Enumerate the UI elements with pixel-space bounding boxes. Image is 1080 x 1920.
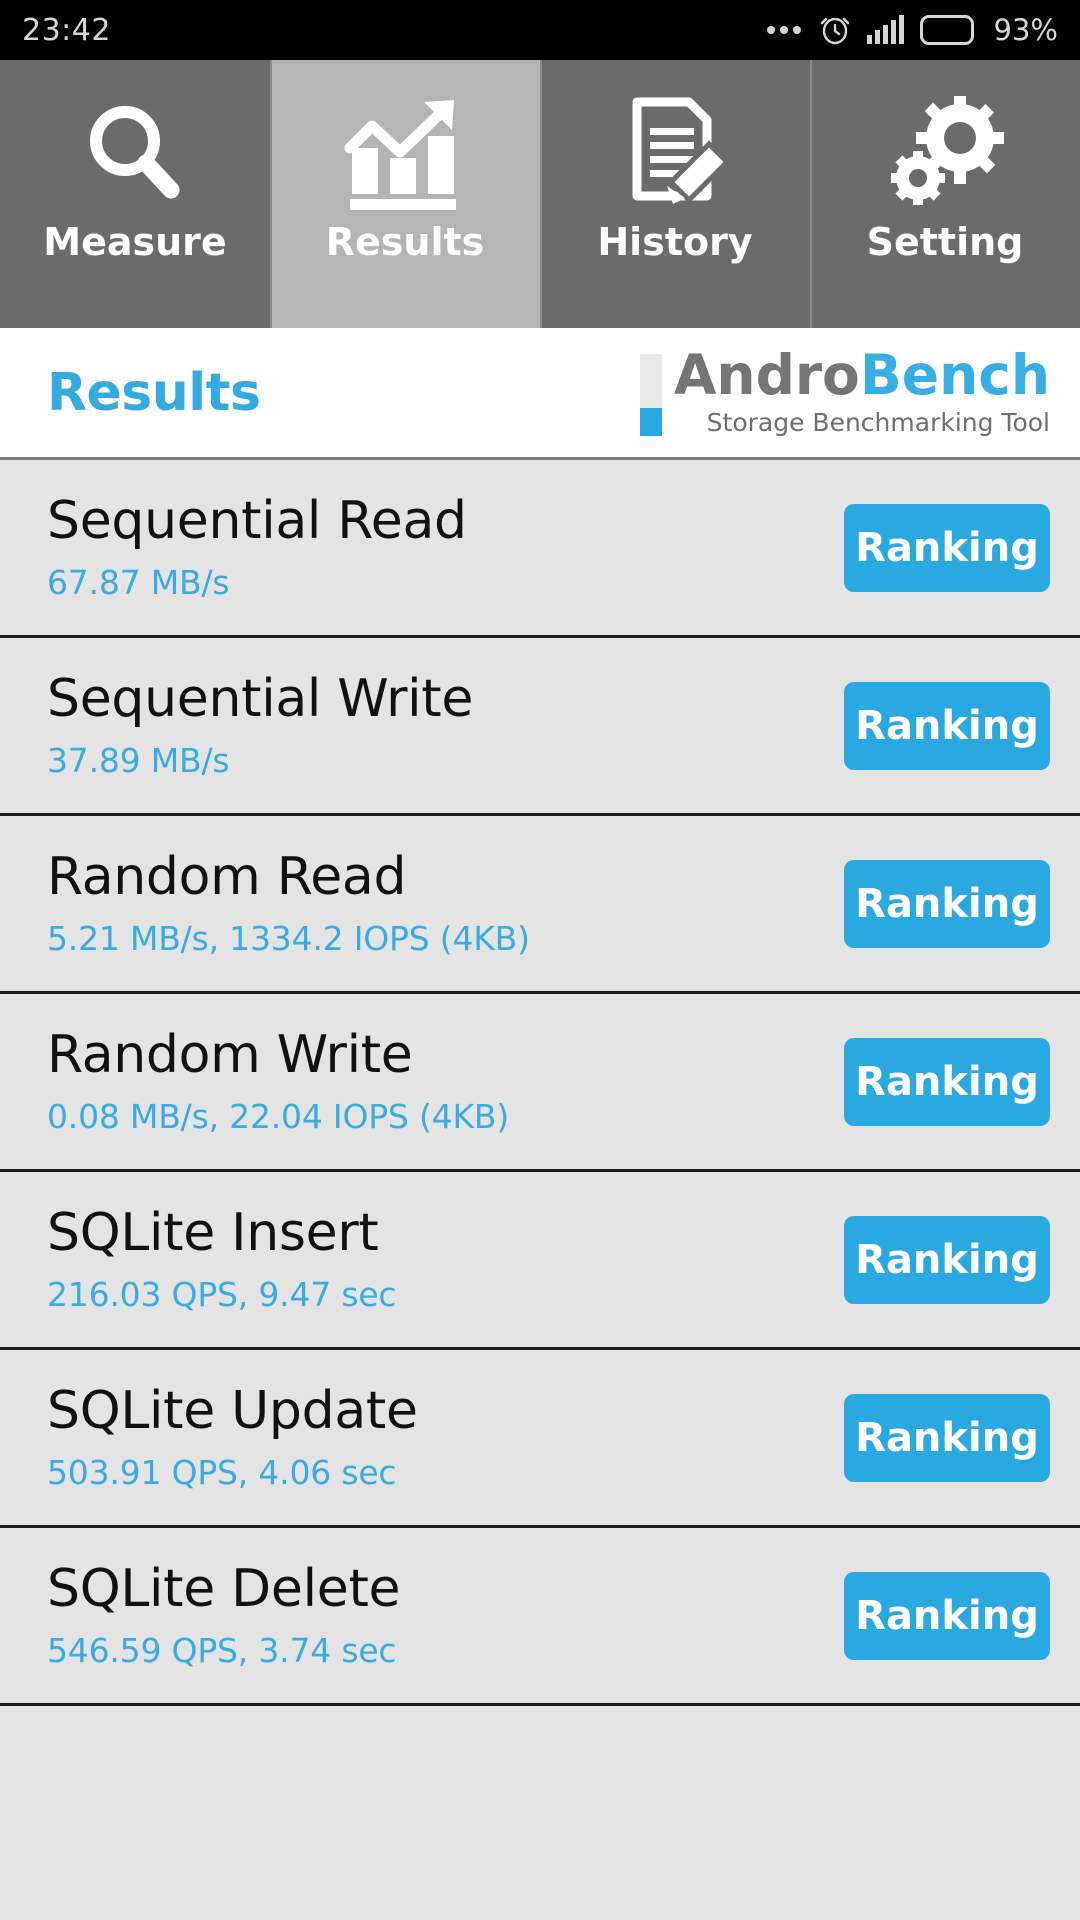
- tab-results[interactable]: Results: [270, 60, 540, 328]
- result-name: SQLite Update: [47, 1381, 418, 1442]
- ranking-button[interactable]: Ranking: [844, 1393, 1050, 1482]
- magnifier-icon: [75, 96, 195, 214]
- tab-bar: Measure Results History Setting: [0, 60, 1080, 328]
- result-info: Random Write 0.08 MB/s, 22.04 IOPS (4KB): [47, 1025, 844, 1136]
- table-row: Sequential Read 67.87 MB/s Ranking: [0, 460, 1080, 638]
- gears-icon: [882, 96, 1008, 214]
- tab-setting[interactable]: Setting: [810, 60, 1080, 328]
- logo-andro: Andro: [673, 343, 860, 407]
- logo-tagline: Storage Benchmarking Tool: [706, 408, 1050, 437]
- result-value: 37.89 MB/s: [47, 740, 230, 780]
- result-name: Random Write: [47, 1025, 413, 1086]
- result-info: Sequential Write 37.89 MB/s: [47, 669, 844, 780]
- ranking-button[interactable]: Ranking: [844, 681, 1050, 770]
- document-pencil-icon: [615, 96, 735, 214]
- table-row: SQLite Insert 216.03 QPS, 9.47 sec Ranki…: [0, 1172, 1080, 1350]
- tab-label-measure: Measure: [43, 220, 227, 264]
- result-info: SQLite Delete 546.59 QPS, 3.74 sec: [47, 1559, 844, 1670]
- logo-bench: Bench: [859, 343, 1050, 407]
- result-info: SQLite Update 503.91 QPS, 4.06 sec: [47, 1381, 844, 1492]
- table-row: SQLite Delete 546.59 QPS, 3.74 sec Ranki…: [0, 1528, 1080, 1706]
- status-icons: 93%: [766, 13, 1058, 47]
- ranking-button[interactable]: Ranking: [844, 503, 1050, 592]
- tab-label-results: Results: [325, 220, 485, 264]
- alarm-clock-icon: [819, 14, 851, 46]
- tab-label-history: History: [597, 220, 753, 264]
- bar-chart-arrow-icon: [342, 96, 468, 214]
- result-value: 67.87 MB/s: [47, 562, 230, 602]
- table-row: Random Read 5.21 MB/s, 1334.2 IOPS (4KB)…: [0, 816, 1080, 994]
- page-body: Sequential Read 67.87 MB/s Ranking Seque…: [0, 460, 1080, 1920]
- result-info: Random Read 5.21 MB/s, 1334.2 IOPS (4KB): [47, 847, 844, 958]
- ranking-button[interactable]: Ranking: [844, 1571, 1050, 1660]
- result-name: SQLite Insert: [47, 1203, 379, 1264]
- result-name: SQLite Delete: [47, 1559, 401, 1620]
- battery-icon: [919, 15, 974, 45]
- status-time: 23:42: [22, 12, 111, 48]
- tab-measure[interactable]: Measure: [0, 60, 270, 328]
- result-value: 546.59 QPS, 3.74 sec: [47, 1630, 397, 1670]
- tab-label-setting: Setting: [866, 220, 1024, 264]
- ranking-button[interactable]: Ranking: [844, 859, 1050, 948]
- status-bar: 23:42 93%: [0, 0, 1080, 60]
- battery-percent: 93%: [993, 13, 1058, 47]
- table-row: Random Write 0.08 MB/s, 22.04 IOPS (4KB)…: [0, 994, 1080, 1172]
- result-value: 5.21 MB/s, 1334.2 IOPS (4KB): [47, 918, 530, 958]
- result-value: 0.08 MB/s, 22.04 IOPS (4KB): [47, 1096, 509, 1136]
- table-row: SQLite Update 503.91 QPS, 4.06 sec Ranki…: [0, 1350, 1080, 1528]
- logo-text: AndroBench Storage Benchmarking Tool: [674, 348, 1050, 438]
- ranking-button[interactable]: Ranking: [844, 1037, 1050, 1126]
- result-name: Sequential Write: [47, 669, 474, 730]
- page-title: Results: [47, 362, 261, 423]
- list-empty-area: [0, 1706, 1080, 1920]
- result-name: Random Read: [47, 847, 407, 908]
- results-list: Sequential Read 67.87 MB/s Ranking Seque…: [0, 460, 1080, 1706]
- more-dots-icon: [766, 26, 801, 34]
- result-name: Sequential Read: [47, 491, 467, 552]
- tab-history[interactable]: History: [540, 60, 810, 328]
- result-info: Sequential Read 67.87 MB/s: [47, 491, 844, 602]
- androbench-logo: AndroBench Storage Benchmarking Tool: [639, 348, 1050, 438]
- signal-bars-icon: [866, 15, 904, 44]
- result-info: SQLite Insert 216.03 QPS, 9.47 sec: [47, 1203, 844, 1314]
- logo-bar-icon: [639, 354, 662, 436]
- result-value: 216.03 QPS, 9.47 sec: [47, 1274, 397, 1314]
- ranking-button[interactable]: Ranking: [844, 1215, 1050, 1304]
- result-value: 503.91 QPS, 4.06 sec: [47, 1452, 397, 1492]
- table-row: Sequential Write 37.89 MB/s Ranking: [0, 638, 1080, 816]
- page-header: Results AndroBench Storage Benchmarking …: [0, 328, 1080, 460]
